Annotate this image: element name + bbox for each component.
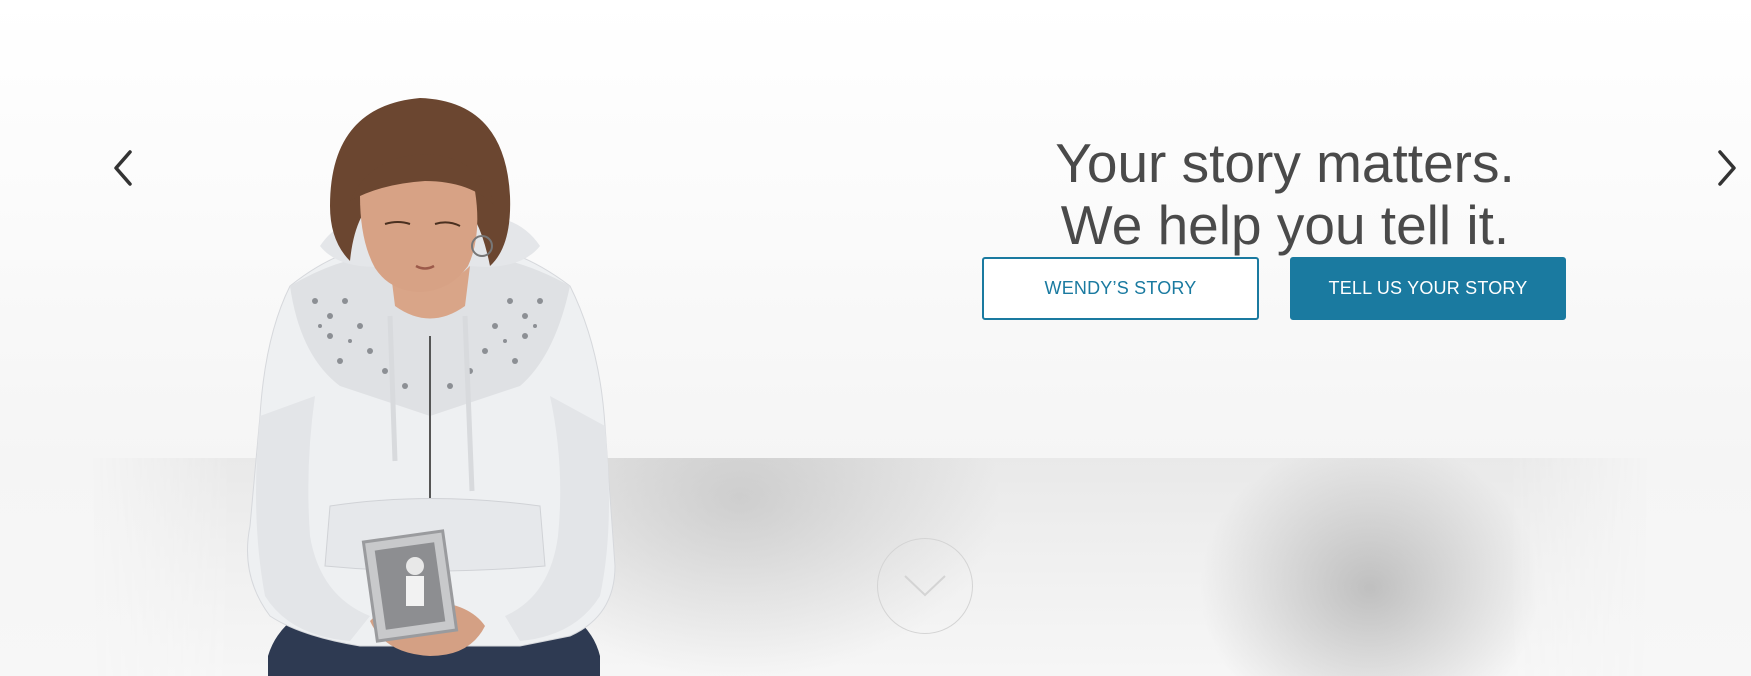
woman-portrait-image xyxy=(247,98,616,676)
chevron-down-icon xyxy=(904,575,946,597)
scroll-down-button[interactable] xyxy=(877,538,973,634)
hero-banner: Your story matters. We help you tell it.… xyxy=(0,0,1751,676)
headline-line-2: We help you tell it. xyxy=(1060,194,1510,256)
carousel-prev-button[interactable] xyxy=(106,146,146,190)
tell-us-your-story-button[interactable]: TELL US YOUR STORY xyxy=(1290,257,1566,320)
wendys-story-button[interactable]: WENDY’S STORY xyxy=(982,257,1259,320)
chevron-left-icon xyxy=(114,150,132,186)
carousel-next-button[interactable] xyxy=(1710,146,1750,190)
chevron-right-icon xyxy=(1718,150,1736,186)
headline-line-1: Your story matters. xyxy=(1055,132,1515,194)
hero-headline: Your story matters. We help you tell it. xyxy=(990,132,1580,256)
